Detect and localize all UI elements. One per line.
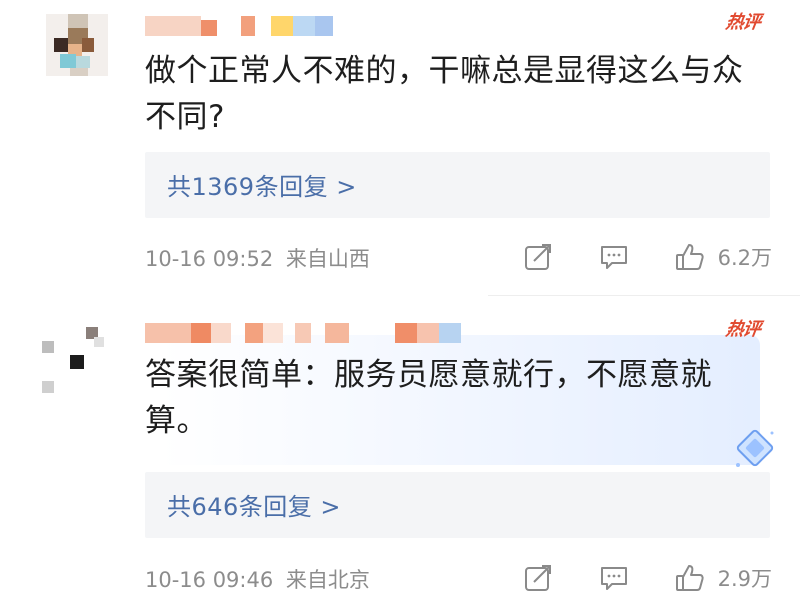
avatar[interactable] bbox=[46, 14, 108, 76]
share-icon[interactable] bbox=[522, 241, 554, 273]
divider bbox=[488, 295, 800, 296]
avatar[interactable] bbox=[40, 317, 106, 397]
comment-time: 10-16 09:52 bbox=[145, 247, 274, 271]
username-blurred[interactable] bbox=[145, 323, 475, 345]
hot-comment-badge: 热评 bbox=[724, 319, 762, 340]
comment-icon[interactable] bbox=[598, 562, 630, 594]
like-count: 2.9万 bbox=[717, 567, 772, 591]
replies-box[interactable]: 共646条回复 > bbox=[145, 472, 770, 538]
share-icon[interactable] bbox=[522, 562, 554, 594]
username-blurred[interactable] bbox=[145, 16, 375, 38]
view-replies-link[interactable]: 共1369条回复 > bbox=[167, 167, 357, 202]
comment-text: 答案很简单：服务员愿意就行，不愿意就算。 bbox=[145, 357, 712, 439]
like-count: 6.2万 bbox=[717, 246, 772, 270]
comment-text: 做个正常人不难的，干嘛总是显得这么与众不同? bbox=[145, 53, 744, 135]
comment-location: 来自北京 bbox=[285, 568, 370, 592]
comment-item: 热评 答案很简单：服务员愿意就行，不愿意就算。 共646条回复 > 10-16 … bbox=[0, 305, 800, 612]
comment-location: 来自山西 bbox=[285, 247, 370, 271]
comment-actions: 6.2万 bbox=[522, 237, 772, 277]
comment-item: 热评 做个正常人不难的，干嘛总是显得这么与众不同? 共1369条回复 > 10-… bbox=[0, 0, 800, 295]
comment-icon[interactable] bbox=[598, 241, 630, 273]
comment-time: 10-16 09:46 bbox=[145, 568, 274, 592]
comment-actions: 2.9万 bbox=[522, 558, 772, 598]
comment-meta: 10-16 09:52 来自山西 bbox=[145, 243, 370, 273]
diamond-badge-icon bbox=[736, 429, 774, 467]
comment-meta: 10-16 09:46 来自北京 bbox=[145, 564, 370, 594]
hot-comment-badge: 热评 bbox=[724, 12, 762, 33]
thumbs-up-icon[interactable] bbox=[674, 241, 706, 273]
thumbs-up-icon[interactable] bbox=[674, 562, 706, 594]
view-replies-link[interactable]: 共646条回复 > bbox=[167, 487, 341, 522]
replies-box[interactable]: 共1369条回复 > bbox=[145, 152, 770, 218]
